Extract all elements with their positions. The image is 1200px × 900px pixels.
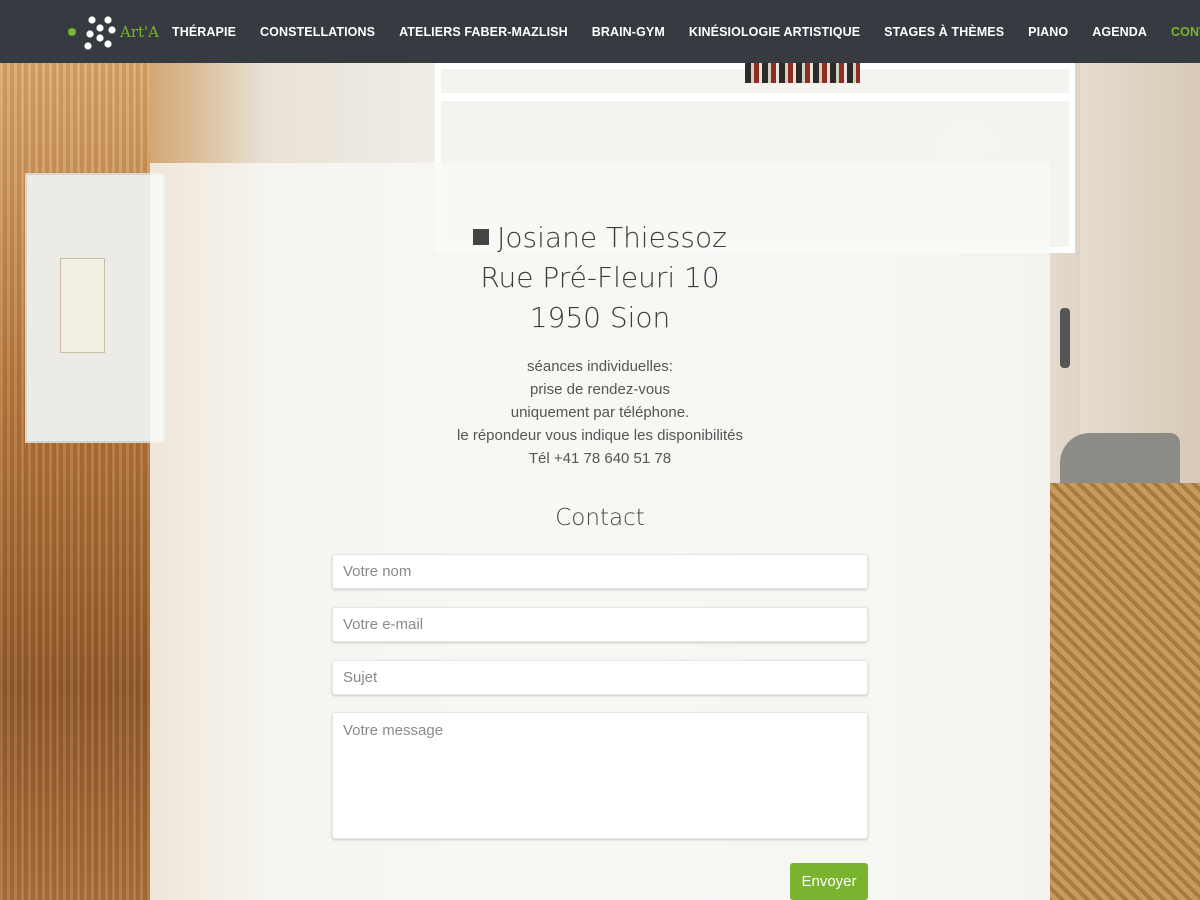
address-city: 1950 Sion xyxy=(529,301,671,334)
name-input[interactable] xyxy=(332,554,868,589)
nav-item-stages[interactable]: STAGES À THÈMES xyxy=(872,25,1016,39)
nav-item-therapie[interactable]: THÉRAPIE xyxy=(160,25,248,39)
address-street: Rue Pré-Fleuri 10 xyxy=(480,261,720,294)
nav-item-kinesiologie[interactable]: KINÉSIOLOGIE ARTISTIQUE xyxy=(677,25,872,39)
nav-item-contact[interactable]: CONTACT xyxy=(1159,25,1200,39)
message-textarea[interactable] xyxy=(332,712,868,839)
address-name-line: Josiane Thiessoz xyxy=(0,218,1200,258)
main-nav: THÉRAPIE CONSTELLATIONS ATELIERS FABER-M… xyxy=(160,0,1200,63)
logo-icon xyxy=(84,16,116,50)
books xyxy=(745,63,860,83)
square-icon xyxy=(473,229,490,245)
site-logo[interactable]: Art'A xyxy=(68,12,160,52)
address-block: Josiane Thiessoz Rue Pré-Fleuri 10 1950 … xyxy=(0,218,1200,338)
nav-item-brain-gym[interactable]: BRAIN-GYM xyxy=(580,25,677,39)
appointment-info: séances individuelles: prise de rendez-v… xyxy=(0,355,1200,470)
info-line: séances individuelles: xyxy=(527,358,673,375)
email-input[interactable] xyxy=(332,607,868,642)
phone-number: Tél +41 78 640 51 78 xyxy=(528,450,672,467)
nav-item-ateliers[interactable]: ATELIERS FABER-MAZLISH xyxy=(387,25,580,39)
info-line: le répondeur vous indique les disponibil… xyxy=(456,427,744,444)
nav-item-constellations[interactable]: CONSTELLATIONS xyxy=(248,25,387,39)
nav-item-piano[interactable]: PIANO xyxy=(1016,25,1080,39)
contact-title: Contact xyxy=(555,505,645,531)
subject-input[interactable] xyxy=(332,660,868,695)
shelf-board xyxy=(435,93,1075,101)
send-button[interactable]: Envoyer xyxy=(790,863,868,900)
logo-text: Art'A xyxy=(120,23,159,41)
nav-item-agenda[interactable]: AGENDA xyxy=(1080,25,1159,39)
address-name: Josiane Thiessoz xyxy=(497,221,727,254)
info-line: prise de rendez-vous xyxy=(529,381,671,398)
info-line: uniquement par téléphone. xyxy=(510,404,690,421)
wicker-chair xyxy=(1050,483,1200,900)
logo-dot xyxy=(68,28,76,36)
site-header: Art'A THÉRAPIE CONSTELLATIONS ATELIERS F… xyxy=(0,0,1200,63)
